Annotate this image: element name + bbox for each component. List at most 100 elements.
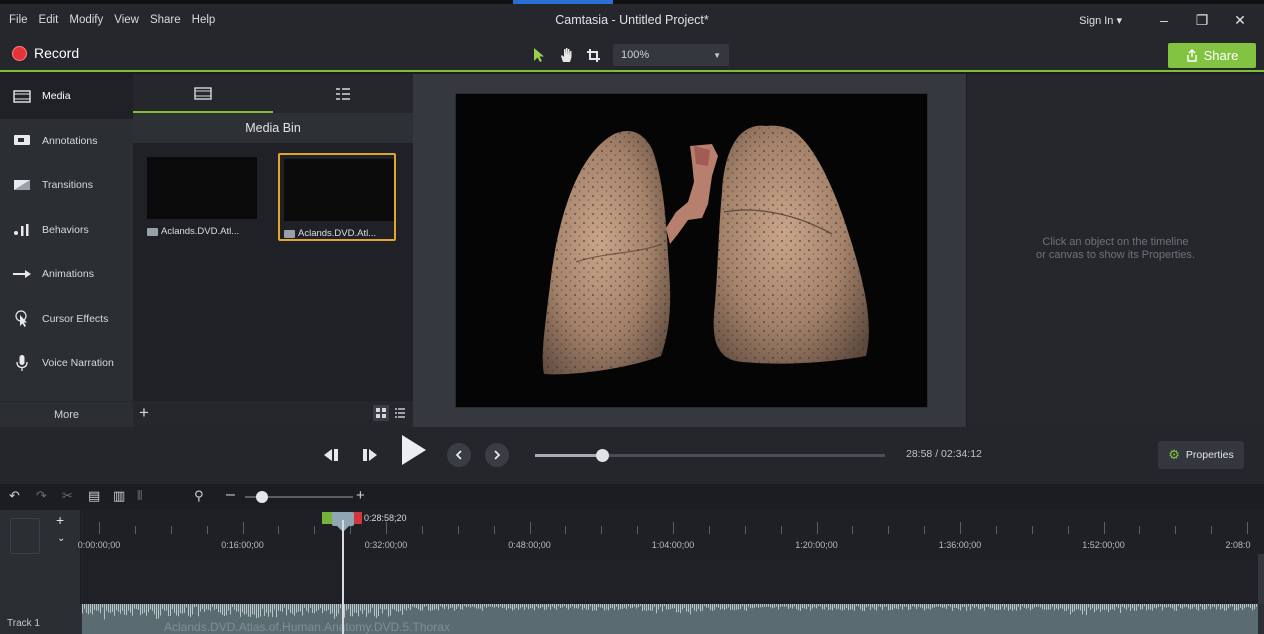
sidebar-item-behaviors[interactable]: Behaviors [0, 208, 133, 253]
library-list-icon [336, 87, 350, 100]
animation-arrow-icon [12, 266, 32, 282]
share-button[interactable]: Share [1168, 43, 1256, 68]
timeline-ruler[interactable]: 0:00:00;00 0:16:00;00 0:32:00;00 0:48:00;00… [78, 510, 1264, 554]
close-button[interactable]: ✕ [1226, 12, 1254, 29]
preview-canvas[interactable] [455, 93, 928, 408]
record-dot-icon [12, 45, 27, 61]
arrow-select-icon[interactable] [530, 46, 548, 64]
ruler-minor-tick [852, 526, 854, 534]
ruler-major-tick [1247, 522, 1248, 534]
step-forward-icon[interactable] [360, 442, 380, 468]
ruler-major-tick [816, 522, 818, 534]
hand-pan-icon[interactable] [557, 46, 575, 64]
redo-icon[interactable]: ↷ [36, 488, 47, 504]
list-view-icon[interactable] [392, 405, 408, 421]
ruler-minor-tick [134, 526, 136, 534]
cursor-icon [12, 310, 32, 327]
sidebar-item-label: Voice Narration [42, 357, 114, 370]
transition-icon [12, 177, 32, 193]
clip-label: Aclands.DVD.Atlas.of.Human.Anatomy.DVD.5… [164, 620, 450, 634]
ruler-minor-tick [888, 526, 890, 534]
split-icon[interactable]: ⫴ [137, 488, 142, 504]
step-back-icon[interactable] [321, 442, 341, 468]
ruler-minor-tick [493, 526, 495, 534]
properties-hint-line2: or canvas to show its Properties. [1036, 249, 1195, 261]
menu-bar: File Edit Modify View Share Help Camtasi… [0, 4, 1264, 36]
undo-icon[interactable]: ↶ [9, 488, 20, 504]
zoom-slider-handle[interactable] [256, 491, 269, 503]
previous-marker-icon[interactable] [447, 443, 471, 467]
sidebar-item-voice-narration[interactable]: Voice Narration [0, 341, 133, 386]
copy-icon[interactable]: ▤ [88, 488, 100, 504]
minimize-button[interactable]: – [1150, 12, 1178, 28]
properties-hint-line1: Click an object on the timeline [1042, 236, 1189, 248]
menu-help[interactable]: Help [192, 14, 216, 26]
record-button[interactable]: Record [12, 45, 79, 61]
sidebar-item-media[interactable]: Media [0, 74, 133, 119]
media-bin-panel: Media Bin Aclands.DVD.Atl... Aclands.DVD… [133, 74, 413, 427]
crop-icon[interactable] [584, 46, 602, 64]
timeline-zoom-slider[interactable] [245, 491, 353, 503]
camtasia-window: File Edit Modify View Share Help Camtasi… [0, 0, 1264, 634]
zoom-dropdown[interactable]: 100% ▼ [613, 44, 729, 66]
ruler-minor-tick [457, 526, 459, 534]
zoom-search-icon[interactable]: ⚲ [194, 488, 204, 504]
sidebar-item-cursor-effects[interactable]: Cursor Effects [0, 297, 133, 342]
paste-icon[interactable]: ▥ [113, 488, 125, 504]
ruler-minor-tick [1031, 526, 1033, 534]
media-clip[interactable]: Aclands.DVD.Atlas.of.Human.Anatomy.DVD.5… [82, 604, 1258, 634]
menu-modify[interactable]: Modify [69, 14, 103, 26]
media-thumbnails: Aclands.DVD.Atl... Aclands.DVD.Atl... [133, 143, 413, 399]
menu-list: File Edit Modify View Share Help [0, 14, 215, 26]
sidebar-item-transitions[interactable]: Transitions [0, 163, 133, 208]
tab-library[interactable] [273, 74, 413, 113]
sign-in-menu[interactable]: Sign In ▾ [1079, 14, 1122, 27]
scrubber-progress [535, 454, 602, 457]
zoom-out-icon[interactable]: – [226, 486, 235, 504]
media-item[interactable]: Aclands.DVD.Atl... [143, 153, 261, 241]
properties-button[interactable]: ⚙ Properties [1158, 441, 1244, 469]
next-marker-icon[interactable] [485, 443, 509, 467]
menu-file[interactable]: File [9, 14, 28, 26]
media-bin-header: Media Bin [133, 113, 413, 143]
tab-media-bin[interactable] [133, 74, 273, 113]
empty-track-area[interactable] [82, 554, 1258, 604]
track-options-control[interactable] [10, 518, 40, 554]
record-label: Record [34, 45, 80, 61]
menu-view[interactable]: View [114, 14, 139, 26]
sidebar-item-animations[interactable]: Animations [0, 252, 133, 297]
timeline-scrollbar[interactable] [1258, 554, 1264, 604]
menu-edit[interactable]: Edit [39, 14, 59, 26]
collapse-tracks-chevron-icon[interactable]: ⌄ [57, 533, 65, 544]
zoom-in-icon[interactable]: + [356, 487, 365, 504]
chevron-down-icon: ▼ [713, 50, 721, 60]
play-icon[interactable] [398, 435, 428, 465]
restore-button[interactable]: ❐ [1188, 12, 1216, 29]
sidebar-item-annotations[interactable]: Annotations [0, 119, 133, 164]
sidebar-item-label: Transitions [42, 179, 93, 192]
ruler-minor-tick [995, 526, 997, 534]
behavior-icon [12, 222, 32, 238]
media-item-selected[interactable]: Aclands.DVD.Atl... [278, 153, 396, 241]
video-file-icon [284, 229, 295, 238]
add-media-button[interactable]: + [139, 403, 149, 423]
zoom-value: 100% [621, 49, 650, 61]
view-toggle [373, 405, 408, 421]
playback-scrubber[interactable] [535, 449, 885, 462]
ruler-minor-tick [601, 526, 603, 534]
ruler-minor-tick [780, 526, 782, 534]
sidebar-item-label: Annotations [42, 134, 98, 147]
add-track-button[interactable]: + [56, 512, 64, 528]
playhead-line[interactable] [342, 520, 344, 634]
cut-icon[interactable]: ✂ [62, 488, 73, 504]
more-button[interactable]: More [0, 401, 133, 427]
properties-label: Properties [1185, 449, 1234, 461]
menu-share[interactable]: Share [150, 14, 181, 26]
ruler-minor-tick [1139, 526, 1141, 534]
film-icon [194, 87, 212, 100]
scrubber-handle[interactable] [595, 449, 609, 462]
media-bin-footer: + [133, 401, 413, 427]
grid-view-icon[interactable] [373, 405, 389, 421]
properties-panel: Click an object on the timeline or canva… [966, 74, 1264, 427]
selection-out-marker[interactable] [353, 512, 362, 524]
